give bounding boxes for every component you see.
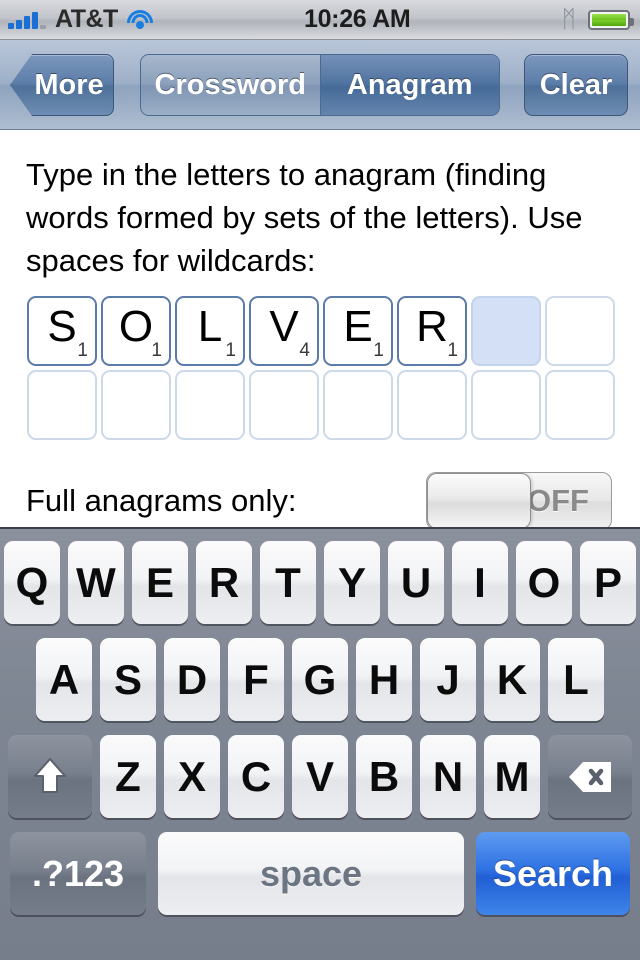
letter-tile[interactable]: E 1 [323,296,393,366]
key-v[interactable]: V [292,735,348,818]
letter-tile[interactable] [545,370,615,440]
nav-bar: More Crossword Anagram Clear [0,40,640,130]
letter-tile[interactable]: S 1 [27,296,97,366]
tile-points: 1 [77,340,88,361]
toggle-state-label: OFF [527,483,589,518]
carrier-label: AT&T [55,5,118,33]
main-content: Type in the letters to anagram (finding … [0,131,640,530]
key-s[interactable]: S [100,638,156,721]
backspace-glyph [569,761,611,792]
clear-button[interactable]: Clear [524,54,628,116]
key-r[interactable]: R [196,541,252,624]
segment-anagram-label: Anagram [346,68,473,101]
letter-tile[interactable] [397,370,467,440]
wifi-icon [126,10,153,29]
key-w[interactable]: W [68,541,124,624]
key-t[interactable]: T [260,541,316,624]
bluetooth-icon: ᛗ [561,5,576,33]
battery-icon [588,9,634,30]
instructions-text: Type in the letters to anagram (finding … [26,157,583,278]
letter-tile[interactable]: V 4 [249,296,319,366]
search-key[interactable]: Search [476,832,630,915]
backspace-icon[interactable] [548,735,632,818]
key-i[interactable]: I [452,541,508,624]
clock-label: 10:26 AM [303,5,411,33]
tile-points: 4 [299,340,310,361]
clear-button-label: Clear [539,68,613,101]
key-p[interactable]: P [580,541,636,624]
app-screen: AT&T 10:26 AM ᛗ More Crossword Anagram C… [0,0,640,960]
key-z[interactable]: Z [100,735,156,818]
back-button-more[interactable]: More [10,54,114,116]
segment-crossword[interactable]: Crossword [141,55,320,115]
space-key[interactable]: space [158,832,464,915]
tile-points: 1 [373,340,384,361]
on-screen-keyboard[interactable]: Q W E R T Y U I O P A S D F G H J K L Z … [0,527,640,960]
key-q[interactable]: Q [4,541,60,624]
key-y[interactable]: Y [324,541,380,624]
keyboard-row-3: Z X C V B N M [0,735,640,818]
key-k[interactable]: K [484,638,540,721]
letter-tile[interactable] [323,370,393,440]
letter-tile[interactable]: R 1 [397,296,467,366]
tile-row-1[interactable]: S 1 O 1 L 1 V 4 E 1 R 1 [27,296,640,366]
letter-tile[interactable] [27,370,97,440]
tile-points: 1 [151,340,162,361]
keyboard-row-2: A S D F G H J K L [0,638,640,721]
tile-points: 1 [225,340,236,361]
shift-icon[interactable] [8,735,92,818]
shift-arrow-glyph [34,757,66,793]
letter-tile[interactable] [175,370,245,440]
key-b[interactable]: B [356,735,412,818]
back-button-label: More [34,68,104,101]
tile-points: 1 [447,340,458,361]
key-l[interactable]: L [548,638,604,721]
tile-row-2[interactable] [27,370,640,440]
key-x[interactable]: X [164,735,220,818]
key-f[interactable]: F [228,638,284,721]
signal-bars-icon [8,11,46,29]
letter-tile[interactable] [545,296,615,366]
mode-segmented-control[interactable]: Crossword Anagram [140,54,500,116]
letter-tile[interactable] [249,370,319,440]
segment-anagram[interactable]: Anagram [319,55,499,115]
key-c[interactable]: C [228,735,284,818]
key-h[interactable]: H [356,638,412,721]
key-m[interactable]: M [484,735,540,818]
status-bar-center: 10:26 AM [153,5,562,34]
full-anagrams-row: Full anagrams only: OFF [0,444,640,530]
letter-tile[interactable]: O 1 [101,296,171,366]
key-u[interactable]: U [388,541,444,624]
key-j[interactable]: J [420,638,476,721]
key-o[interactable]: O [516,541,572,624]
letter-tile-active[interactable] [471,296,541,366]
full-anagrams-toggle[interactable]: OFF [426,472,612,530]
keyboard-row-4: .?123 space Search [0,832,640,915]
keyboard-row-1: Q W E R T Y U I O P [0,541,640,624]
letter-tile[interactable] [101,370,171,440]
segment-crossword-label: Crossword [154,68,306,101]
status-bar-right: ᛗ [561,5,640,33]
key-g[interactable]: G [292,638,348,721]
toggle-knob[interactable] [427,473,531,529]
key-d[interactable]: D [164,638,220,721]
status-bar: AT&T 10:26 AM ᛗ [0,0,640,40]
letter-tile[interactable]: L 1 [175,296,245,366]
key-n[interactable]: N [420,735,476,818]
letter-tile[interactable] [471,370,541,440]
key-e[interactable]: E [132,541,188,624]
numeric-mode-key[interactable]: .?123 [10,832,146,915]
status-bar-left: AT&T [0,5,153,34]
full-anagrams-label: Full anagrams only: [26,483,297,518]
letter-tile-grid[interactable]: S 1 O 1 L 1 V 4 E 1 R 1 [0,282,640,440]
key-a[interactable]: A [36,638,92,721]
